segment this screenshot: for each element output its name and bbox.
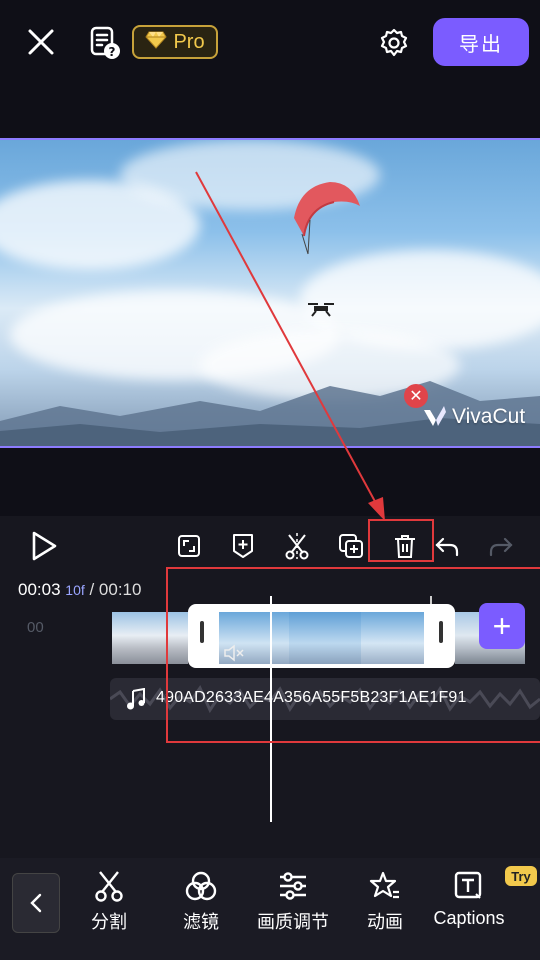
captions-text-icon <box>454 871 482 899</box>
animation-star-icon <box>369 871 399 899</box>
time-separator: / <box>84 580 99 599</box>
chevron-left-icon <box>30 893 42 913</box>
ruler-zero-label: 00 <box>27 619 44 636</box>
tool-quality-adjust[interactable]: 画质调节 <box>256 870 330 934</box>
annotation-box-delete <box>368 519 434 562</box>
fullscreen-icon[interactable] <box>173 530 205 562</box>
play-icon[interactable] <box>28 530 60 562</box>
video-preview[interactable] <box>0 138 540 448</box>
tool-filter[interactable]: 滤镜 <box>180 870 222 934</box>
drone-image <box>308 303 334 317</box>
split-scissors-icon[interactable] <box>281 530 313 562</box>
svg-text:?: ? <box>109 45 116 59</box>
adjust-sliders-icon <box>280 872 306 900</box>
add-keyframe-icon[interactable] <box>227 530 259 562</box>
filter-icon <box>185 871 217 901</box>
tool-animation[interactable]: 动画 <box>365 870 405 934</box>
tool-split[interactable]: 分割 <box>88 870 130 934</box>
current-frame: 10f <box>65 582 85 598</box>
scissors-icon <box>95 871 123 902</box>
current-time: 00:03 <box>18 580 61 599</box>
try-badge: Try <box>505 866 537 886</box>
annotation-box-timeline <box>166 567 540 743</box>
tool-label: Captions <box>433 908 505 928</box>
watermark-text: VivaCut <box>452 405 526 428</box>
duplicate-icon[interactable] <box>335 530 367 562</box>
pro-badge[interactable]: Pro <box>132 25 218 59</box>
close-icon[interactable] <box>26 27 56 57</box>
undo-icon[interactable] <box>431 530 463 562</box>
redo-icon[interactable] <box>485 530 517 562</box>
tool-label: 画质调节 <box>257 912 329 932</box>
total-time: 00:10 <box>98 580 142 599</box>
tool-label: 动画 <box>367 912 403 932</box>
diamond-icon <box>145 31 168 54</box>
document-help-icon[interactable]: ? <box>88 26 122 60</box>
tool-label: 分割 <box>91 912 127 932</box>
settings-gear-icon[interactable] <box>378 27 410 59</box>
tool-captions[interactable]: Captions <box>433 870 505 929</box>
back-button[interactable] <box>12 873 60 933</box>
tool-label: 滤镜 <box>183 912 219 932</box>
time-display: 00:03 10f / 00:10 <box>18 580 141 600</box>
vivacut-logo-icon <box>424 406 446 426</box>
export-button[interactable]: 导出 <box>433 18 529 66</box>
pro-label: Pro <box>173 30 205 53</box>
paraglider-image <box>294 182 360 255</box>
music-note-icon <box>126 687 146 715</box>
